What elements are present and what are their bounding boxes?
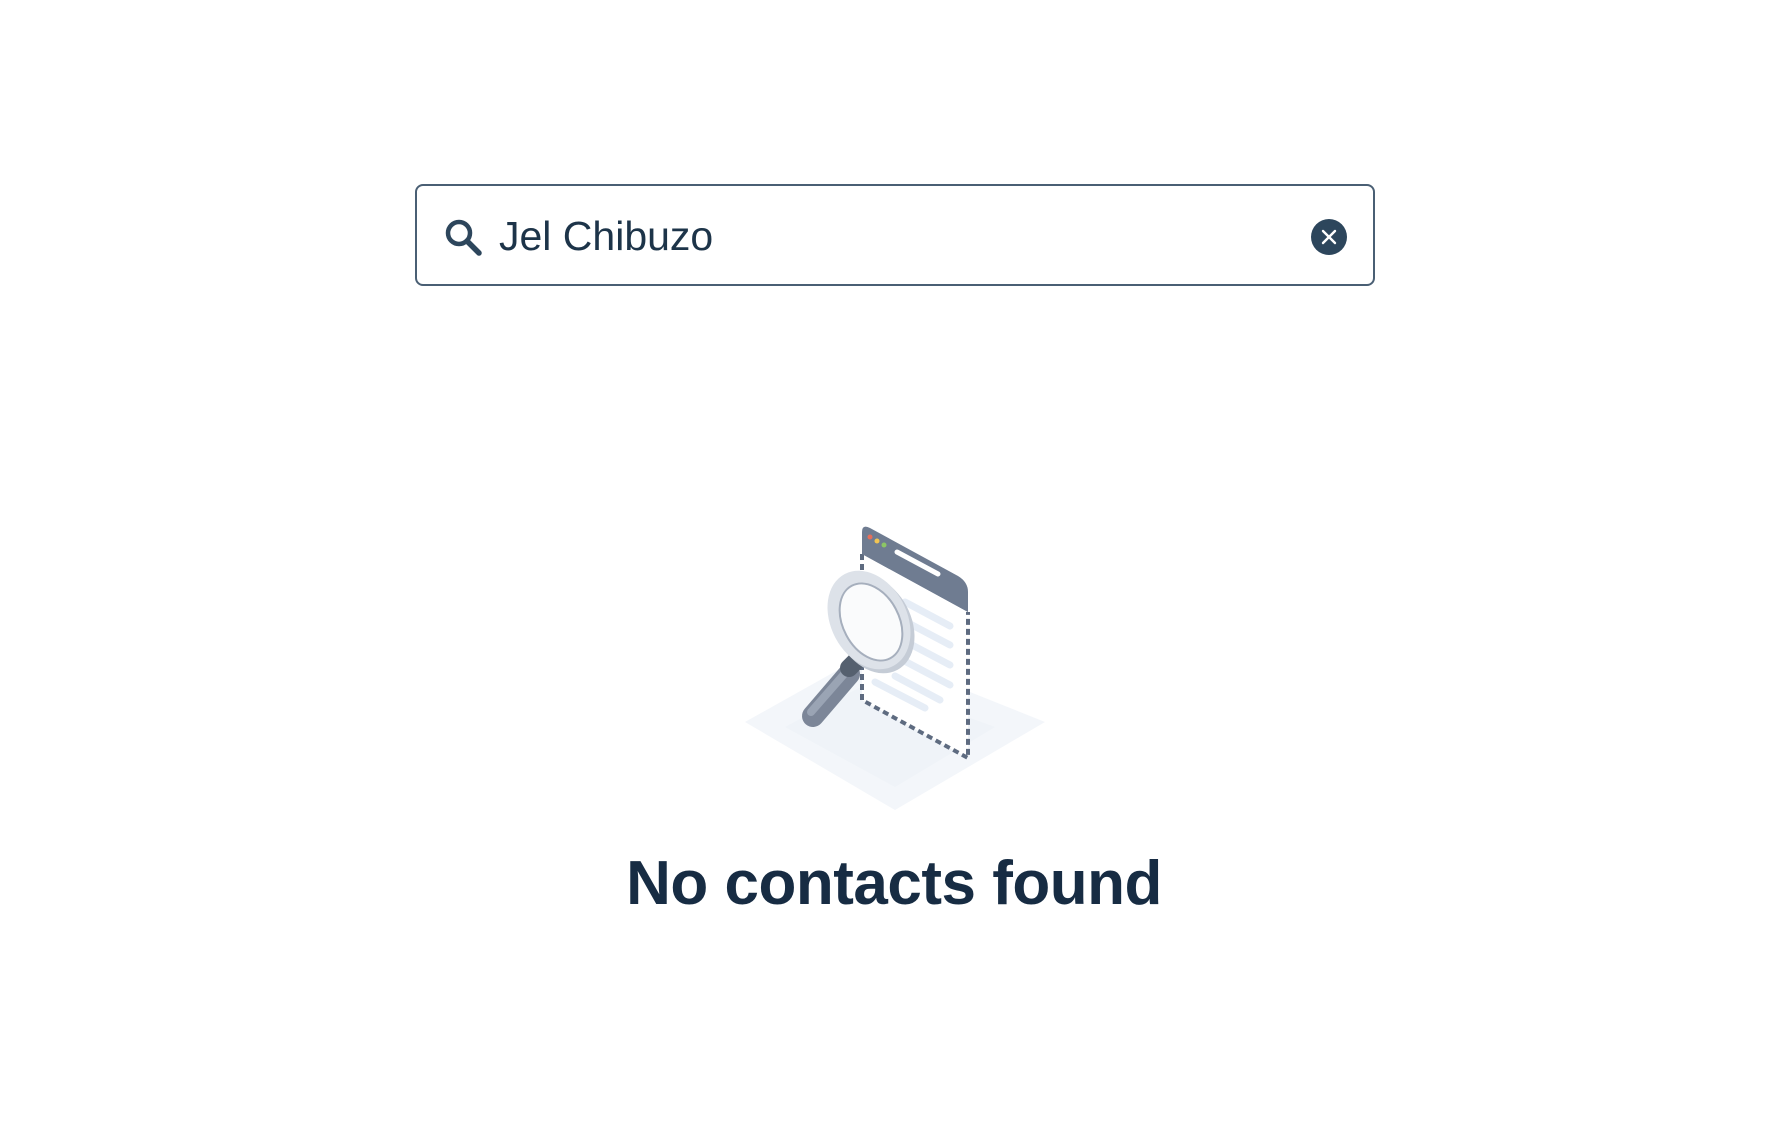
search-box[interactable]	[415, 184, 1375, 286]
empty-state-title: No contacts found	[626, 849, 1162, 918]
clear-search-button[interactable]	[1311, 219, 1347, 255]
close-icon	[1321, 229, 1337, 245]
search-icon	[443, 217, 483, 257]
search-input[interactable]	[499, 204, 1259, 268]
magnifier-document-icon	[745, 512, 1045, 812]
